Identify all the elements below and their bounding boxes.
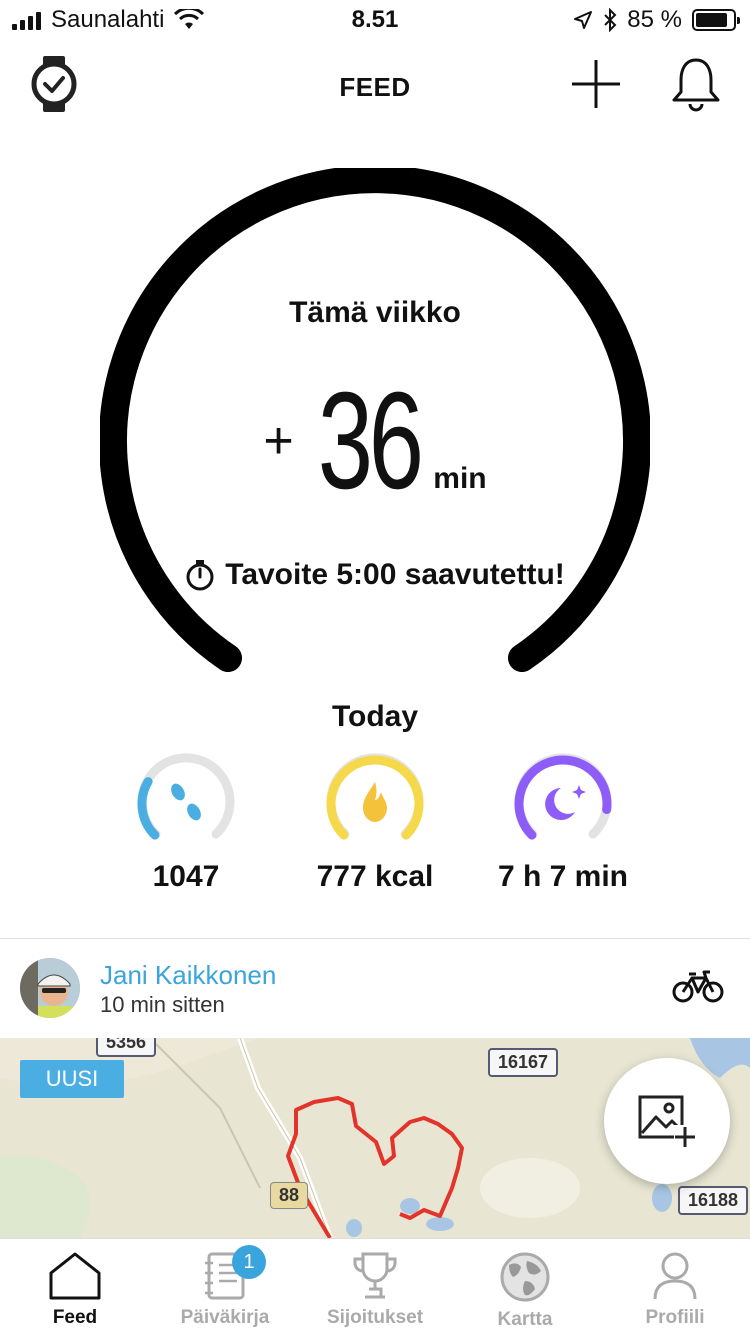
week-label: Tämä viikko bbox=[289, 296, 461, 329]
stopwatch-icon bbox=[186, 560, 214, 591]
plus-icon bbox=[572, 60, 620, 108]
post-time: 10 min sitten bbox=[100, 992, 225, 1017]
add-button[interactable] bbox=[566, 54, 626, 114]
tab-map-label: Kartta bbox=[497, 1309, 553, 1330]
moon-icon bbox=[545, 785, 586, 820]
sleep-value: 7 h 7 min bbox=[497, 860, 629, 893]
home-icon bbox=[49, 1252, 101, 1300]
tab-diary-label: Päiväkirja bbox=[180, 1307, 270, 1328]
globe-icon bbox=[500, 1252, 550, 1302]
diary-badge: 1 bbox=[232, 1245, 266, 1279]
bell-icon bbox=[672, 58, 720, 112]
location-arrow-icon bbox=[574, 11, 593, 29]
week-value-unit: min bbox=[433, 462, 487, 495]
goal-status: Tavoite 5:00 saavutettu! bbox=[0, 558, 750, 592]
page-title: FEED bbox=[339, 72, 411, 102]
week-value: + 36 min bbox=[0, 372, 750, 510]
tab-map[interactable]: Kartta bbox=[450, 1239, 600, 1334]
sleep-stat[interactable]: 7 h 7 min bbox=[463, 752, 663, 894]
road-label: 5356 bbox=[96, 1038, 157, 1057]
steps-gauge bbox=[134, 752, 238, 856]
calories-value: 777 kcal bbox=[316, 860, 434, 893]
sleep-gauge bbox=[511, 752, 615, 856]
calories-stat[interactable]: 777 kcal bbox=[275, 752, 475, 894]
calories-gauge bbox=[323, 752, 427, 856]
today-title: Today bbox=[331, 700, 419, 733]
tab-diary[interactable]: 1 Päiväkirja bbox=[150, 1239, 300, 1334]
flame-icon bbox=[363, 782, 387, 822]
avatar[interactable] bbox=[20, 958, 80, 1018]
trophy-icon bbox=[353, 1252, 397, 1299]
tab-feed-label: Feed bbox=[52, 1307, 98, 1328]
feed-item-header[interactable]: Jani Kaikkonen 10 min sitten bbox=[0, 940, 750, 1038]
steps-value: 1047 bbox=[152, 860, 220, 893]
tab-rankings-label: Sijoitukset bbox=[326, 1307, 424, 1328]
person-icon bbox=[653, 1252, 697, 1300]
add-photo-icon bbox=[638, 1095, 696, 1147]
tab-profile-label: Profiili bbox=[645, 1307, 705, 1328]
tab-profile[interactable]: Profiili bbox=[600, 1239, 750, 1334]
battery-icon bbox=[692, 9, 740, 31]
tab-bar: Feed 1 Päiväkirja Sijoitukset Kartta Pro… bbox=[0, 1238, 750, 1334]
add-photo-button[interactable] bbox=[604, 1058, 730, 1184]
divider bbox=[0, 938, 750, 939]
road-label-88: 88 bbox=[270, 1182, 309, 1209]
steps-icon bbox=[171, 783, 201, 821]
tab-rankings[interactable]: Sijoitukset bbox=[300, 1239, 450, 1334]
user-name[interactable]: Jani Kaikkonen bbox=[100, 960, 276, 991]
goal-text: Tavoite 5:00 saavutettu! bbox=[225, 558, 565, 591]
road-label-16188: 16188 bbox=[678, 1186, 749, 1215]
notifications-button[interactable] bbox=[666, 54, 726, 114]
battery-percent: 85 % bbox=[627, 6, 682, 33]
bluetooth-icon bbox=[604, 8, 617, 32]
week-value-number: 36 bbox=[317, 364, 424, 518]
steps-stat[interactable]: 1047 bbox=[86, 752, 286, 894]
nav-bar: FEED bbox=[0, 44, 750, 134]
week-value-sign: + bbox=[263, 412, 294, 470]
status-bar: Saunalahti 8.51 85 % bbox=[0, 0, 750, 40]
tab-feed[interactable]: Feed bbox=[0, 1239, 150, 1334]
status-right: 85 % bbox=[573, 6, 740, 34]
new-badge: UUSI bbox=[20, 1060, 124, 1098]
road-label-16167: 16167 bbox=[488, 1048, 559, 1077]
bicycle-icon bbox=[672, 970, 724, 1003]
